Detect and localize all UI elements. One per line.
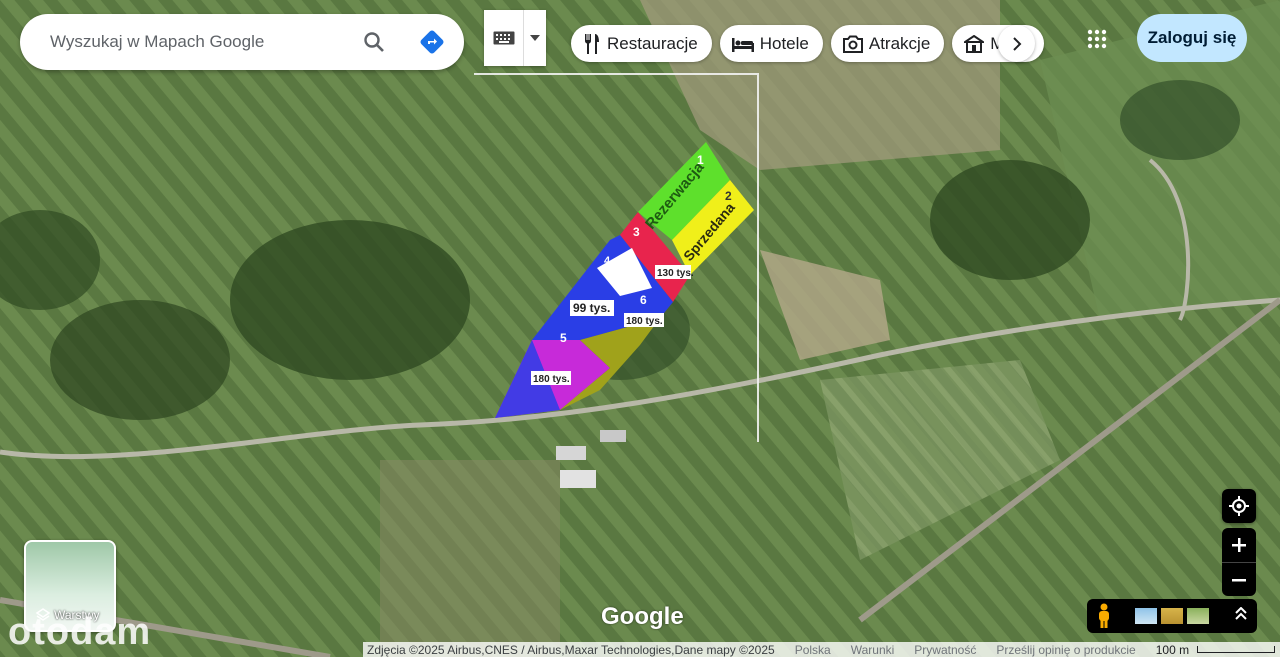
input-tools-button[interactable] xyxy=(484,10,546,66)
chip-restaurants[interactable]: Restauracje xyxy=(571,25,712,62)
zoom-out-button[interactable] xyxy=(1222,562,1256,596)
chip-label: Restauracje xyxy=(607,33,698,53)
feedback-link[interactable]: Prześlij opinię o produkcie xyxy=(996,643,1135,657)
scale-line xyxy=(1197,646,1276,653)
sign-in-button[interactable]: Zaloguj się xyxy=(1137,14,1247,62)
chip-hotels[interactable]: Hotele xyxy=(719,25,823,62)
plot-6-price: 180 tys. xyxy=(626,316,663,327)
attribution-bar: Zdjęcia ©2025 Airbus,CNES / Airbus,Maxar… xyxy=(363,642,1280,657)
privacy-link[interactable]: Prywatność xyxy=(914,643,976,657)
expand-button[interactable] xyxy=(1235,606,1247,626)
google-apps-button[interactable] xyxy=(1080,22,1114,56)
plot-6-number: 6 xyxy=(640,293,647,307)
pegman-icon xyxy=(1099,603,1109,628)
scale-label: 100 m xyxy=(1155,642,1190,657)
museum-icon xyxy=(964,34,985,53)
google-logo: Google xyxy=(601,603,684,630)
apps-grid-icon xyxy=(1087,29,1107,49)
bed-icon xyxy=(731,37,754,52)
location-target-icon xyxy=(1229,496,1249,516)
fork-knife-icon xyxy=(585,33,599,54)
category-chips: Restauracje Hotele Atrakcje M xyxy=(571,25,1045,62)
plot-5-number: 5 xyxy=(560,331,567,345)
country-link[interactable]: Polska xyxy=(795,643,831,657)
plus-icon xyxy=(1232,538,1246,552)
plot-3-number: 3 xyxy=(633,225,640,239)
plot-4-number: 4 xyxy=(604,255,611,267)
street-view-panel xyxy=(1087,599,1257,633)
camera-icon xyxy=(842,35,863,53)
chevron-right-icon xyxy=(1012,36,1021,51)
plot-4-price: 99 tys. xyxy=(573,301,610,315)
chip-label: Hotele xyxy=(759,33,809,53)
minus-icon xyxy=(1232,579,1246,582)
terms-link[interactable]: Warunki xyxy=(851,643,895,657)
zoom-in-button[interactable] xyxy=(1222,528,1256,562)
keyboard-icon xyxy=(493,31,515,45)
plot-overlay: 1 2 3 4 5 6 Rezerwacja Sprzedana 130 tys… xyxy=(495,142,754,418)
chip-label: Atrakcje xyxy=(868,33,931,53)
search-icon xyxy=(364,32,384,52)
plot-3-price: 130 tys. xyxy=(657,268,694,279)
chips-scroll-right-button[interactable] xyxy=(998,25,1035,62)
map-controls xyxy=(1222,489,1256,596)
search-box[interactable] xyxy=(20,14,464,70)
search-button[interactable] xyxy=(360,28,388,56)
plot-5-price: 180 tys. xyxy=(533,374,570,385)
thumbnail-field[interactable] xyxy=(1161,608,1183,624)
directions-icon xyxy=(420,30,444,54)
otodom-watermark: otodam xyxy=(8,611,152,653)
imagery-attribution: Zdjęcia ©2025 Airbus,CNES / Airbus,Maxar… xyxy=(367,642,775,657)
zoom-control xyxy=(1222,528,1256,596)
chip-attractions[interactable]: Atrakcje xyxy=(830,25,945,62)
directions-button[interactable] xyxy=(418,28,446,56)
scale-bar[interactable]: 100 m xyxy=(1152,642,1276,657)
thumbnail-sky[interactable] xyxy=(1135,608,1157,624)
pegman-button[interactable] xyxy=(1087,603,1121,629)
thumbnail-grass[interactable] xyxy=(1187,608,1209,624)
input-tools-dropdown[interactable] xyxy=(523,10,546,66)
caret-down-icon xyxy=(530,35,541,41)
search-input[interactable] xyxy=(48,31,352,53)
map-canvas[interactable]: 1 2 3 4 5 6 Rezerwacja Sprzedana 130 tys… xyxy=(0,0,1280,657)
imagery-thumbnails[interactable] xyxy=(1133,608,1209,624)
my-location-button[interactable] xyxy=(1222,489,1256,523)
chevron-up-double-icon xyxy=(1235,606,1247,620)
